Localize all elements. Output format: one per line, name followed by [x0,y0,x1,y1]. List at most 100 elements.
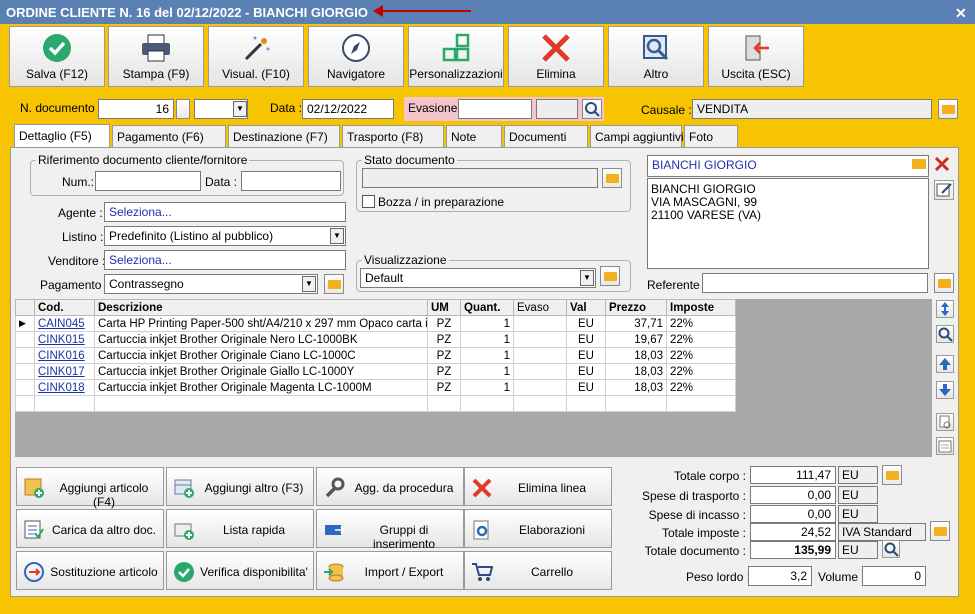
evasione-extra-input[interactable] [536,99,578,119]
referente-folder-icon[interactable] [934,273,954,293]
table-row[interactable]: CINK016 Cartuccia inkjet Brother Original… [15,347,736,364]
arrow-up-icon[interactable] [936,355,954,373]
col-val[interactable]: Val [566,299,606,316]
listino-select[interactable]: Predefinito (Listino al pubblico) [104,226,346,246]
pagamento-chevron-down-icon[interactable]: ▼ [302,276,316,292]
arrow-down-icon[interactable] [936,381,954,399]
delete-button[interactable]: Elimina [508,26,604,87]
col-descrizione[interactable]: Descrizione [94,299,428,316]
cliente-name-input[interactable]: BIANCHI GIORGIO [647,155,929,177]
tab-destinazione[interactable]: Destinazione (F7) [228,125,340,147]
tab-note[interactable]: Note [446,125,502,147]
tax-folder-icon[interactable] [930,521,950,541]
tab-foto[interactable]: Foto [684,125,738,147]
paste-icon[interactable] [936,437,954,455]
insert-groups-button[interactable]: Gruppi di inserimento [316,509,464,551]
visual-chevron-down-icon[interactable]: ▼ [580,270,594,286]
cliente-delete-icon[interactable] [933,155,951,173]
rif-date-input[interactable] [241,171,341,191]
referente-input[interactable] [702,273,928,293]
table-row[interactable]: CINK017 Cartuccia inkjet Brother Original… [15,363,736,380]
col-prezzo[interactable]: Prezzo [605,299,667,316]
table-row[interactable]: CINK018 Cartuccia inkjet Brother Original… [15,379,736,396]
add-other-button[interactable]: Aggiungi altro (F3) [166,467,314,506]
articles-table: Cod. Descrizione UM Quant. Evaso Val Pre… [15,299,736,412]
other-button[interactable]: Altro [608,26,704,87]
col-quant[interactable]: Quant. [460,299,514,316]
evasione-input[interactable] [458,99,532,119]
tab-documenti[interactable]: Documenti [504,125,588,147]
zoom-icon[interactable] [936,325,954,343]
move-updown-icon[interactable] [936,300,954,318]
stato-input[interactable] [362,168,598,188]
volume-value[interactable]: 0 [862,566,926,586]
bozza-checkbox[interactable] [362,195,375,208]
agente-input[interactable]: Seleziona... [104,202,346,222]
tab-destinazione-label: Destinazione (F7) [233,130,328,144]
close-window-button[interactable]: ✕ [955,5,967,22]
total-tax-value: 24,52 [750,523,836,541]
quick-list-button[interactable]: Lista rapida [166,509,314,548]
customize-button[interactable]: Personalizzazioni [408,26,504,87]
copy-icon[interactable] [936,413,954,431]
col-imposte[interactable]: Imposte [666,299,736,316]
cell-cod[interactable]: CAIN045 [34,315,95,332]
col-evaso[interactable]: Evaso [513,299,567,316]
total-doc-search-icon[interactable] [882,540,900,558]
navigator-button[interactable]: Navigatore [308,26,404,87]
import-export-button[interactable]: Import / Export [316,551,464,590]
cart-button[interactable]: Carrello [464,551,612,590]
venditore-input[interactable]: Seleziona... [104,250,346,270]
verify-availability-button[interactable]: Verifica disponibilita' [166,551,314,590]
total-corpo-folder-icon[interactable] [882,465,902,485]
pagamento-folder-icon[interactable] [324,274,344,294]
table-row[interactable]: CINK015 Cartuccia inkjet Brother Original… [15,331,736,348]
evasione-search-button[interactable] [582,99,602,119]
visual-folder-icon[interactable] [600,266,620,286]
elaborations-button[interactable]: Elaborazioni [464,509,612,548]
date-input[interactable]: 02/12/2022 [302,99,394,119]
cell-cod[interactable]: CINK016 [34,347,95,364]
add-from-procedure-button[interactable]: Agg. da procedura [316,467,464,506]
causale-input[interactable]: VENDITA [692,99,932,119]
cliente-address-box[interactable]: BIANCHI GIORGIO VIA MASCAGNI, 99 21100 V… [647,178,929,269]
edit-address-icon[interactable] [934,180,954,200]
row-selector [15,379,35,396]
table-row[interactable]: ▶ CAIN045 Carta HP Printing Paper-500 sht/… [15,315,736,332]
tab-dettaglio[interactable]: Dettaglio (F5) [14,124,110,148]
save-button[interactable]: Salva (F12) [9,26,105,87]
delete-line-button[interactable]: Elimina linea [464,467,612,506]
cell-cod[interactable]: CINK015 [34,331,95,348]
replace-article-button[interactable]: Sostituzione articolo [16,551,164,590]
cell-descrizione: Cartuccia inkjet Brother Originale Magen… [94,379,428,396]
print-button[interactable]: Stampa (F9) [108,26,204,87]
gross-weight-value[interactable]: 3,2 [748,566,812,586]
rif-num-input[interactable] [95,171,201,191]
transport-currency: EU [838,486,878,504]
listino-chevron-down-icon[interactable]: ▼ [330,228,344,244]
elaborations-label: Elaborazioni [518,523,586,537]
pagamento-select[interactable]: Contrassegno [104,274,318,294]
visual-button[interactable]: Visual. (F10) [208,26,304,87]
tab-campi-aggiuntivi[interactable]: Campi aggiuntivi [590,125,684,147]
ndoc-input[interactable]: 16 [98,99,174,119]
add-article-button[interactable]: Aggiungi articolo (F4) [16,467,164,509]
visual-select[interactable]: Default [360,268,596,288]
col-cod[interactable]: Cod. [34,299,95,316]
table-row-empty[interactable] [15,395,736,412]
causale-folder-icon[interactable] [938,99,958,119]
cell-cod[interactable]: CINK017 [34,363,95,380]
tab-trasporto[interactable]: Trasporto (F8) [342,125,444,147]
exit-button[interactable]: Uscita (ESC) [708,26,804,87]
load-from-doc-button[interactable]: Carica da altro doc. [16,509,164,548]
incasso-value[interactable]: 0,00 [750,505,836,523]
cell-cod[interactable]: CINK018 [34,379,95,396]
ndoc-spin-button[interactable] [176,99,190,119]
stato-folder-icon[interactable] [602,168,622,188]
cell-quant: 1 [460,331,514,348]
col-um[interactable]: UM [427,299,461,316]
chevron-down-icon[interactable]: ▼ [233,101,247,117]
tab-pagamento[interactable]: Pagamento (F6) [112,125,226,147]
transport-value[interactable]: 0,00 [750,486,836,504]
cliente-folder-icon[interactable] [912,159,926,169]
